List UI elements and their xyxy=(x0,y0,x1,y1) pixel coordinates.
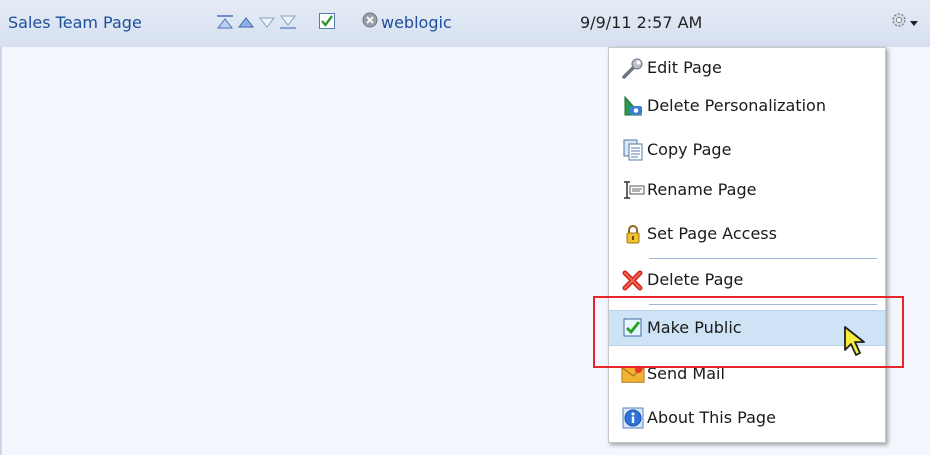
move-down-icon[interactable] xyxy=(258,14,276,30)
delete-personalization-icon xyxy=(621,94,645,118)
user-status-icon xyxy=(362,12,378,34)
lock-icon xyxy=(621,222,645,246)
gear-icon xyxy=(890,11,908,35)
left-border xyxy=(0,0,2,455)
menu-item-label: Set Page Access xyxy=(647,224,777,243)
page-title-link[interactable]: Sales Team Page xyxy=(8,12,142,34)
page-actions-menu-button[interactable] xyxy=(890,11,919,35)
menu-item-copy-page[interactable]: Copy Page xyxy=(609,132,885,168)
rename-textfield-icon xyxy=(621,178,645,202)
info-icon xyxy=(621,406,645,430)
chevron-down-icon xyxy=(909,12,919,34)
user-name: weblogic xyxy=(381,13,452,32)
move-up-icon[interactable] xyxy=(237,14,255,30)
mouse-pointer-icon xyxy=(843,325,873,363)
menu-item-delete-page[interactable]: Delete Page xyxy=(609,262,885,298)
approve-checkbox-icon[interactable] xyxy=(318,12,336,36)
user-link[interactable]: weblogic xyxy=(362,12,452,34)
menu-item-label: Delete Page xyxy=(647,270,744,289)
move-controls xyxy=(216,14,297,30)
menu-separator xyxy=(649,258,877,259)
menu-item-label: Rename Page xyxy=(647,180,757,199)
menu-item-label: Copy Page xyxy=(647,140,732,159)
copy-pages-icon xyxy=(621,138,645,162)
page-toolbar: Sales Team Page weblogic 9/9/11 2:57 AM xyxy=(0,0,930,47)
menu-item-edit-page[interactable]: Edit Page xyxy=(609,50,885,86)
menu-item-set-page-access[interactable]: Set Page Access xyxy=(609,216,885,252)
menu-item-label: About This Page xyxy=(647,408,776,427)
menu-item-delete-personalization[interactable]: Delete Personalization xyxy=(609,88,885,124)
page-actions-menu: Edit Page Delete Personalization Copy Pa… xyxy=(608,47,886,443)
menu-item-label: Delete Personalization xyxy=(647,96,826,115)
menu-item-label: Edit Page xyxy=(647,58,722,77)
timestamp: 9/9/11 2:57 AM xyxy=(580,13,703,32)
move-top-icon[interactable] xyxy=(216,14,234,30)
menu-item-about-this-page[interactable]: About This Page xyxy=(609,400,885,436)
wrench-icon xyxy=(621,56,645,80)
red-x-icon xyxy=(621,268,645,292)
menu-item-rename-page[interactable]: Rename Page xyxy=(609,172,885,208)
move-bottom-icon[interactable] xyxy=(279,14,297,30)
